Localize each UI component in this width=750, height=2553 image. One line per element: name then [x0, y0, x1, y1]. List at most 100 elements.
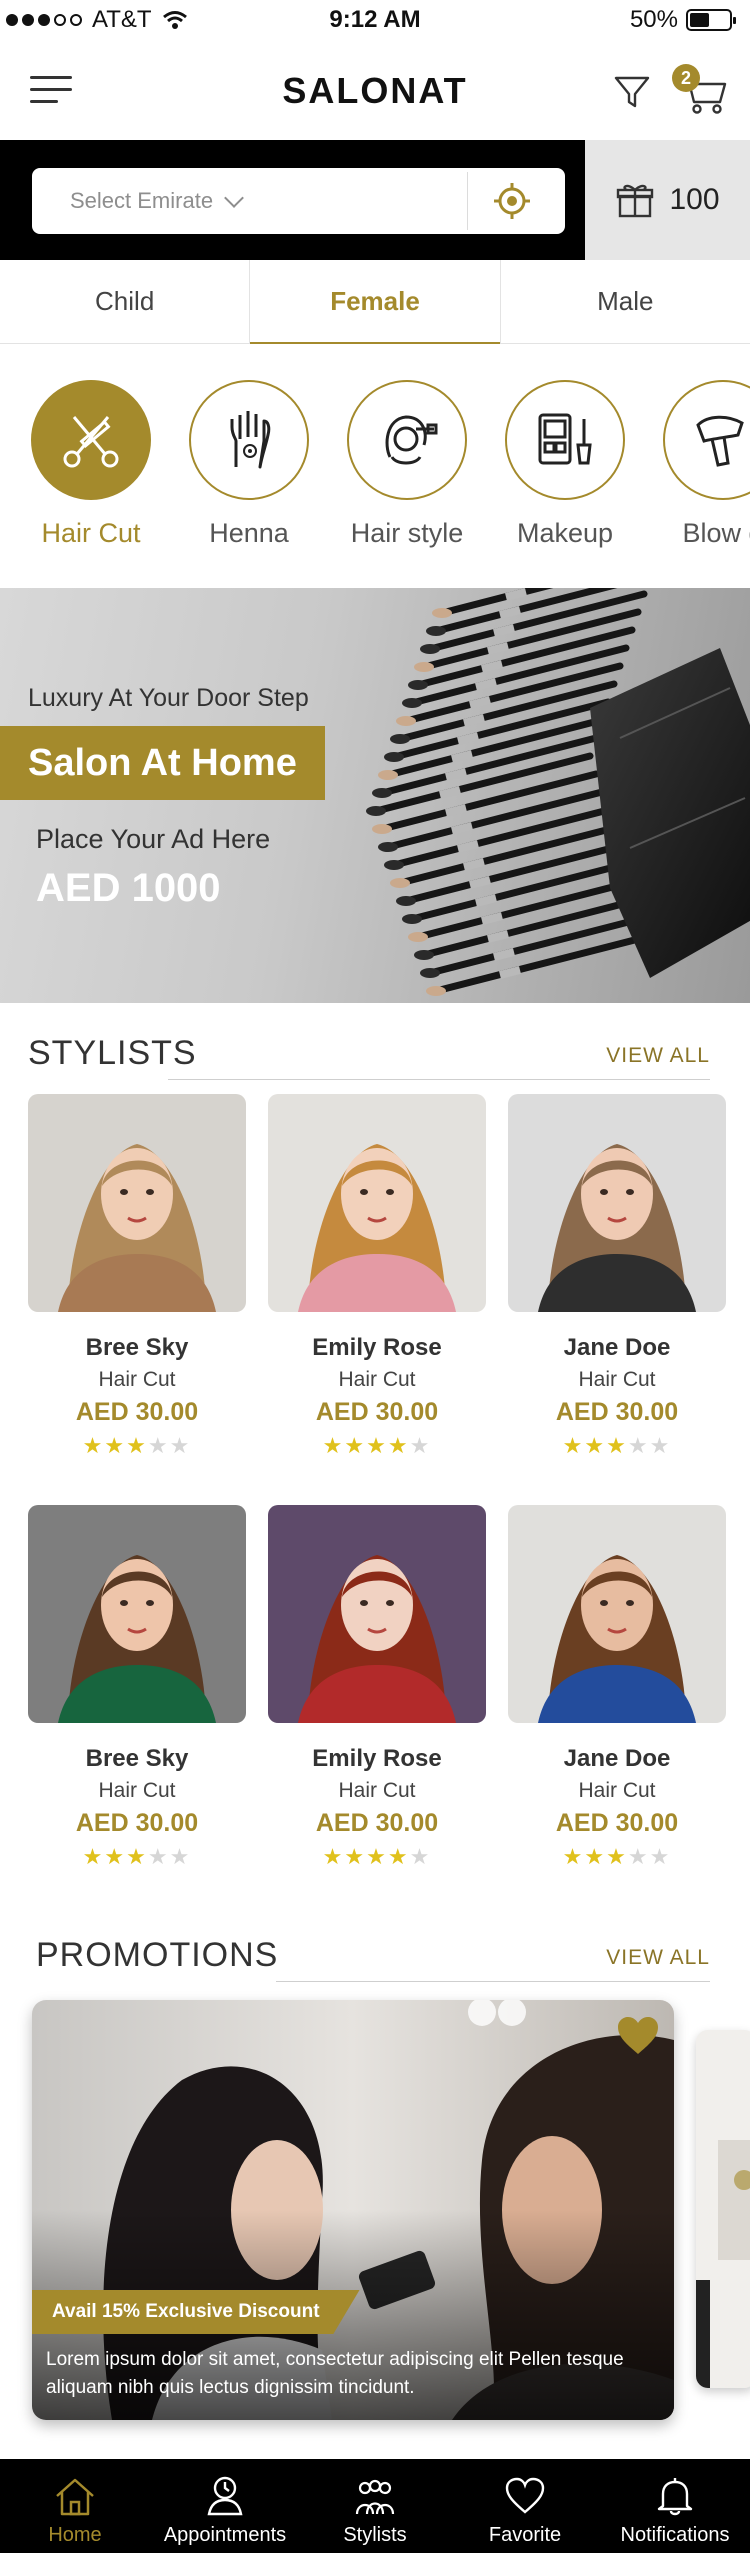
service-henna[interactable]: Henna: [174, 380, 324, 549]
rating-stars: ★★★★★: [322, 1433, 432, 1458]
stylist-photo: [268, 1094, 486, 1312]
service-hair-cut[interactable]: Hair Cut: [16, 380, 166, 549]
section-title: PROMOTIONS: [36, 1936, 279, 1974]
locate-icon[interactable]: [492, 181, 532, 221]
stylist-service: Hair Cut: [338, 1368, 416, 1391]
stylist-name: Bree Sky: [85, 1745, 189, 1772]
stylist-name: Bree Sky: [85, 1334, 189, 1361]
tab-notifications[interactable]: Notifications: [600, 2459, 750, 2553]
stylists-icon: [355, 2479, 395, 2515]
chevron-down-icon: [224, 188, 244, 208]
location-bar: Select Emirate: [0, 140, 585, 260]
tab-home[interactable]: Home: [0, 2459, 150, 2553]
tab-appointments[interactable]: Appointments: [150, 2459, 300, 2553]
rating-stars: ★★★★★: [82, 1433, 192, 1458]
stylist-card[interactable]: Jane Doe Hair Cut AED 30.00 ★★★★★: [508, 1094, 726, 1459]
tab-label: Notifications: [620, 2524, 730, 2546]
rating-stars: ★★★★★: [562, 1433, 672, 1458]
stylist-price: AED 30.00: [555, 1398, 679, 1426]
promotion-card[interactable]: Avail 15% Exclusive Discount Lorem ipsum…: [32, 2000, 674, 2420]
stylist-card[interactable]: Bree Sky Hair Cut AED 30.00 ★★★★★: [28, 1505, 246, 1870]
banner-title: Salon At Home: [0, 726, 325, 800]
gender-tabs: Child Female Male: [0, 260, 750, 344]
scissors-comb-icon: [63, 416, 119, 468]
cart-button[interactable]: 2: [672, 64, 728, 116]
henna-hand-icon: [230, 411, 271, 469]
emirate-select[interactable]: Select Emirate: [32, 168, 467, 234]
promotion-image: [696, 2030, 750, 2388]
stylists-view-all-link[interactable]: VIEW ALL: [606, 1044, 710, 1068]
tab-child[interactable]: Child: [0, 260, 251, 343]
stylist-service: Hair Cut: [98, 1779, 176, 1802]
service-label: Blow d: [682, 518, 750, 548]
tab-female[interactable]: Female: [250, 260, 501, 344]
stylist-photo: [508, 1505, 726, 1723]
emirate-placeholder: Select Emirate: [70, 188, 214, 213]
stylist-name: Jane Doe: [563, 1745, 671, 1772]
bell-icon: [657, 2478, 693, 2516]
stylist-name: Emily Rose: [312, 1745, 442, 1772]
stylist-card[interactable]: Bree Sky Hair Cut AED 30.00 ★★★★★: [28, 1094, 246, 1459]
tab-label: Favorite: [488, 2524, 562, 2546]
stylist-price: AED 30.00: [315, 1398, 439, 1426]
stylist-service: Hair Cut: [338, 1779, 416, 1802]
home-icon: [56, 2478, 94, 2516]
stylist-photo: [28, 1505, 246, 1723]
section-title: STYLISTS: [28, 1034, 197, 1072]
stylist-photo: [28, 1094, 246, 1312]
promo-banner[interactable]: Luxury At Your Door Step Salon At Home P…: [0, 588, 750, 1003]
service-makeup[interactable]: Makeup: [490, 380, 640, 549]
makeup-brushes-image: [366, 588, 750, 996]
appointments-icon: [207, 2476, 243, 2516]
stylist-photo: [268, 1505, 486, 1723]
battery-percent: 50%: [629, 6, 678, 33]
stylist-service: Hair Cut: [578, 1368, 656, 1391]
battery-icon: [686, 9, 736, 31]
stylist-card[interactable]: Emily Rose Hair Cut AED 30.00 ★★★★★: [268, 1505, 486, 1870]
favorite-heart-icon[interactable]: [616, 2014, 660, 2058]
tab-label: Stylists: [343, 2524, 407, 2546]
hair-style-icon: [385, 415, 438, 465]
service-categories: Hair Cut Henna Hair style Makeup Blow: [0, 344, 750, 588]
bottom-tab-bar: Home Appointments Stylists Favorite Noti…: [0, 2459, 750, 2553]
stylist-card[interactable]: Emily Rose Hair Cut AED 30.00 ★★★★★: [268, 1094, 486, 1459]
stylist-service: Hair Cut: [578, 1779, 656, 1802]
tab-male[interactable]: Male: [501, 260, 750, 343]
tab-stylists[interactable]: Stylists: [300, 2459, 450, 2553]
banner-price: AED 1000: [36, 866, 221, 910]
app-header: SALONAT 2: [0, 40, 750, 140]
tab-label: Appointments: [163, 2524, 287, 2546]
status-bar: AT&T 9:12 AM 50%: [0, 0, 750, 40]
stylist-name: Jane Doe: [563, 1334, 671, 1361]
gift-icon: [617, 184, 654, 218]
stylist-price: AED 30.00: [75, 1809, 199, 1837]
cart-count-badge: 2: [672, 64, 700, 92]
rating-stars: ★★★★★: [82, 1844, 192, 1869]
rating-stars: ★★★★★: [562, 1844, 672, 1869]
stylist-service: Hair Cut: [98, 1368, 176, 1391]
promotion-description: Lorem ipsum dolor sit amet, consectetur …: [46, 2349, 624, 2398]
filter-icon[interactable]: [612, 72, 652, 112]
stylist-price: AED 30.00: [75, 1398, 199, 1426]
promotions-view-all-link[interactable]: VIEW ALL: [606, 1946, 710, 1970]
service-label: Henna: [209, 518, 289, 548]
promotion-card-next[interactable]: [696, 2030, 750, 2388]
makeup-palette-icon: [538, 413, 592, 465]
reward-points[interactable]: 100: [585, 140, 750, 260]
stylist-photo: [508, 1094, 726, 1312]
tab-favorite[interactable]: Favorite: [450, 2459, 600, 2553]
stylist-card[interactable]: Jane Doe Hair Cut AED 30.00 ★★★★★: [508, 1505, 726, 1870]
service-blow-dry[interactable]: Blow d: [648, 380, 750, 549]
service-label: Makeup: [516, 518, 614, 548]
stylists-header: STYLISTS VIEW ALL: [28, 1034, 710, 1080]
heart-icon: [505, 2477, 545, 2514]
banner-tagline: Luxury At Your Door Step: [28, 684, 309, 712]
discount-badge: Avail 15% Exclusive Discount: [32, 2290, 360, 2334]
tab-label: Home: [48, 2524, 102, 2546]
stylist-price: AED 30.00: [315, 1809, 439, 1837]
blow-dryer-icon: [696, 415, 744, 467]
points-value: 100: [669, 183, 720, 216]
rating-stars: ★★★★★: [322, 1844, 432, 1869]
stylist-price: AED 30.00: [555, 1809, 679, 1837]
service-hair-style[interactable]: Hair style: [332, 380, 482, 549]
